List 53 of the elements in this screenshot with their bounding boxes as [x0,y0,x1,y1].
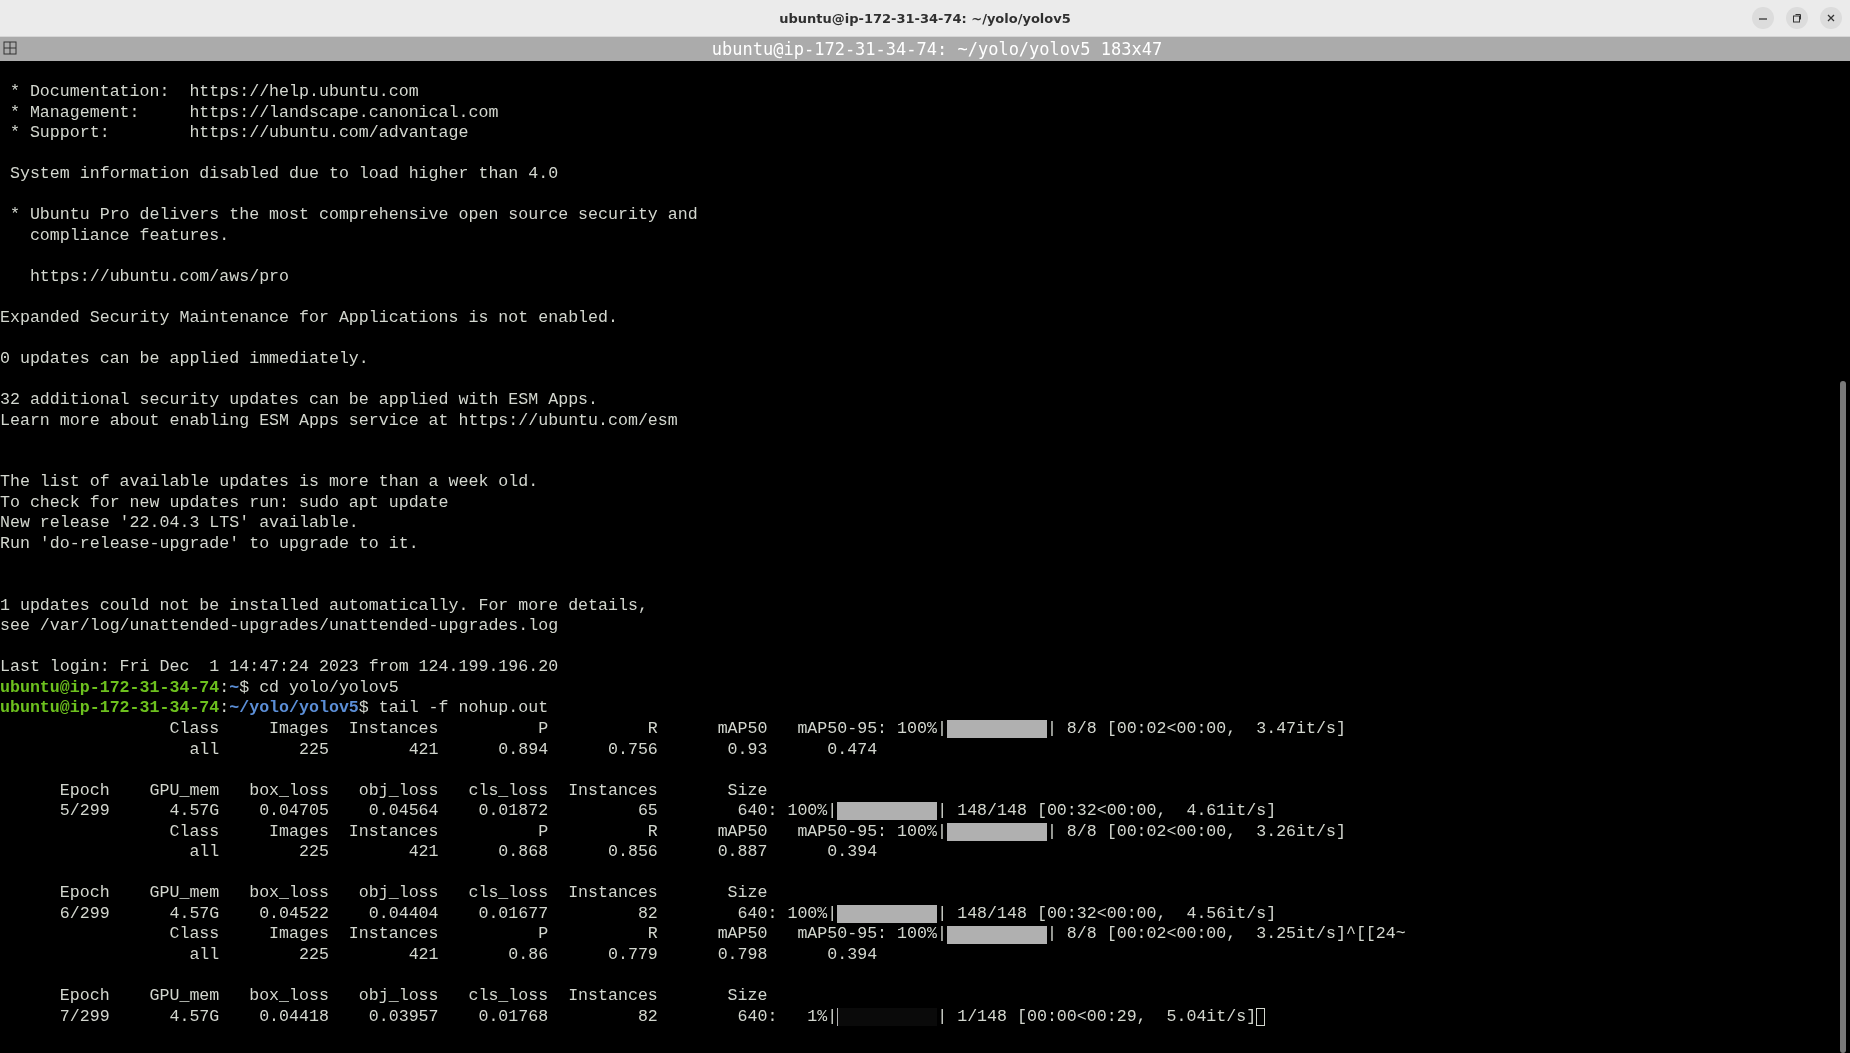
progress-text: 5/299 4.57G 0.04705 0.04564 0.01872 65 640: 100%| [58,801,838,822]
minimize-button[interactable] [1752,7,1774,29]
terminal-line: 0 updates can be applied immediately. [0,349,369,370]
terminal-line: all 225 421 0.868 0.856 0.887 0.394 [188,842,878,863]
prompt-separator: : [219,677,230,699]
terminal-line: all 225 421 0.86 0.779 0.798 0.394 [188,944,878,966]
progress-text: Class Images Instances P R mAP50 mAP50-95: 100%| [168,718,947,740]
close-icon [1826,13,1836,23]
terminal-line: * Support: https://ubuntu.com/advantage [8,123,469,144]
terminal-line: * Ubuntu Pro delivers the most comprehensive open source security and [8,205,698,226]
progress-text: 7/299 4.57G 0.04418 0.03957 0.01768 82 640: 1%| [58,1006,838,1028]
prompt-host: ubuntu@ip-172-31-34-74 [0,677,220,699]
terminal-line: 1 updates could not be installed automatically. For more details, [0,595,648,617]
prompt-host: ubuntu@ip-172-31-34-74 [0,698,220,719]
terminal-line: * Management: https://landscape.canonical.com [8,102,499,124]
progress-text: | 8/8 [00:02<00:00, 3.26it/s] [1046,821,1346,843]
progress-text: 6/299 4.57G 0.04522 0.04404 0.01677 82 640: 100%| [58,903,838,925]
window-title: ubuntu@ip-172-31-34-74: ~/yolo/yolov5 [779,10,1071,26]
progress-text: | 148/148 [00:32<00:00, 4.61it/s] [937,801,1277,822]
terminal-line: https://ubuntu.com/aws/pro [28,266,290,288]
terminal-line: Epoch GPU_mem box_loss obj_loss cls_loss Instances Size [58,883,768,904]
scrollbar[interactable] [1840,381,1846,1053]
prompt-path: ~/yolo/yolov5 [229,698,359,719]
terminal-line: New release '22.04.3 LTS' available. [0,513,359,535]
terminal-line: Epoch GPU_mem box_loss obj_loss cls_loss Instances Size [58,986,768,1007]
restore-button[interactable] [1786,7,1808,29]
tab-title: ubuntu@ip-172-31-34-74: ~/yolo/yolov5 183x47 [710,39,1164,59]
close-button[interactable] [1820,7,1842,29]
command-text: $ tail -f nohup.out [358,698,549,719]
terminal-line: all 225 421 0.894 0.756 0.93 0.474 [188,739,878,761]
terminal-line: * Documentation: https://help.ubuntu.com [8,82,419,103]
progress-text: Class Images Instances P R mAP50 mAP50-95: 100%| [168,924,947,945]
progress-text: | 1/148 [00:00<00:29, 5.04it/s] [937,1006,1257,1028]
terminal-line: compliance features. [28,225,230,247]
restore-icon [1792,13,1802,23]
progress-text: | 8/8 [00:02<00:00, 3.25it/s]^[[24~ [1046,924,1406,945]
terminal-line: 32 additional security updates can be applied with ESM Apps. [0,390,599,411]
prompt-separator: : [219,698,230,719]
progress-text: | 148/148 [00:32<00:00, 4.56it/s] [937,903,1277,925]
terminal-line: Learn more about enabling ESM Apps service at https://ubuntu.com/esm [0,410,678,432]
progress-text: Class Images Instances P R mAP50 mAP50-95: 100%| [168,821,947,843]
terminal-line: Run 'do-release-upgrade' to upgrade to it. [0,534,419,555]
prompt-path: ~ [229,677,240,699]
terminal-line: Expanded Security Maintenance for Applications is not enabled. [0,308,618,329]
terminal-line: Epoch GPU_mem box_loss obj_loss cls_loss Instances Size [58,780,768,802]
terminal-line: Last login: Fri Dec 1 14:47:24 2023 from 124.199.196.20 [0,657,559,678]
command-text: $ cd yolo/yolov5 [239,677,399,699]
terminal-line: The list of available updates is more than a week old. [0,472,539,493]
tab-menu-icon[interactable] [3,41,19,57]
terminal-line: see /var/log/unattended-upgrades/unattended-upgrades.log [0,616,559,637]
progress-text: | 8/8 [00:02<00:00, 3.47it/s] [1046,718,1346,740]
terminal-line: System information disabled due to load higher than 4.0 [8,164,559,185]
terminal-line: To check for new updates run: sudo apt update [0,492,449,514]
